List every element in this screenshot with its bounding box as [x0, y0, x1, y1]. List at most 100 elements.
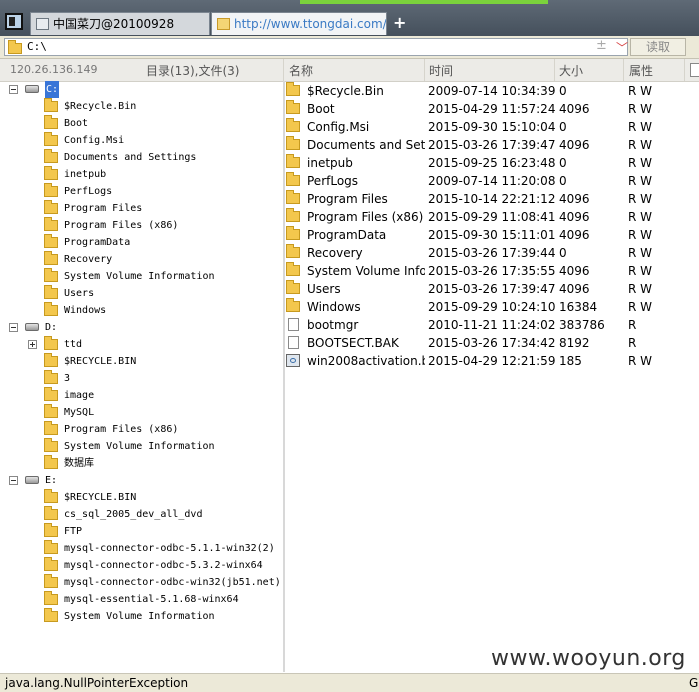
- file-time: 2015-09-30 15:10:04: [428, 120, 556, 134]
- tree-folder-label: ProgramData: [64, 237, 131, 248]
- tree-folder-label: Boot: [64, 118, 89, 129]
- folder-icon: [286, 262, 300, 276]
- dir-summary: 目录(13),文件(3): [146, 64, 240, 78]
- tree-folder-label: mysql-essential-5.1.68-winx64: [64, 594, 239, 605]
- file-row[interactable]: System Volume Inform...2015-03-26 17:35:…: [285, 262, 699, 280]
- file-row[interactable]: bootmgr 2010-11-21 11:24:02 383786 R: [285, 316, 699, 334]
- file-row[interactable]: Config.Msi 2015-09-30 15:10:04 0 R W: [285, 118, 699, 136]
- tree-folder-label: Users: [64, 288, 95, 299]
- file-time: 2015-10-14 22:21:12: [428, 192, 556, 206]
- tab-caidao[interactable]: 中国菜刀@20100928: [30, 12, 210, 35]
- status-text: java.lang.NullPointerException: [5, 676, 189, 690]
- folder-icon: [286, 82, 300, 96]
- folder-icon: [44, 234, 58, 248]
- chevron-down-icon[interactable]: ﹀: [616, 39, 628, 56]
- ip-address: 120.26.136.149: [10, 63, 98, 76]
- tree-folder-label: Program Files (x86): [64, 424, 179, 435]
- file-size: 185: [559, 354, 582, 368]
- folder-icon: [286, 136, 300, 150]
- path-input[interactable]: C:\ ± ﹀: [4, 38, 628, 56]
- drive-icon: [25, 85, 39, 93]
- tree-folder-label: $Recycle.Bin: [64, 101, 137, 112]
- file-row[interactable]: Program Files 2015-10-14 22:21:12 4096 R W: [285, 190, 699, 208]
- file-attr: R W: [628, 228, 653, 242]
- folder-icon: [217, 17, 230, 30]
- tree-folder-label: Config.Msi: [64, 135, 125, 146]
- tab-url[interactable]: http://www.ttongdai.com/test...: [211, 12, 387, 35]
- file-name: Documents and Settings: [307, 138, 425, 152]
- file-attr: R W: [628, 300, 653, 314]
- drive-icon: [25, 323, 39, 331]
- file-time: 2009-07-14 10:34:39: [428, 84, 556, 98]
- file-row[interactable]: win2008activation.bat2015-04-29 12:21:59…: [285, 352, 699, 370]
- file-name: PerfLogs: [307, 174, 359, 188]
- tree-folder-label: Program Files (x86): [64, 220, 179, 231]
- read-button[interactable]: 读取: [630, 38, 686, 56]
- expand-toggle[interactable]: [28, 340, 37, 349]
- file-row[interactable]: BOOTSECT.BAK 2015-03-26 17:34:42 8192 R: [285, 334, 699, 352]
- folder-icon: [44, 506, 58, 520]
- file-row[interactable]: Users 2015-03-26 17:39:47 4096 R W: [285, 280, 699, 298]
- tree-folder-label: 3: [64, 373, 71, 384]
- file-row[interactable]: Documents and Settings2015-03-26 17:39:4…: [285, 136, 699, 154]
- file-row[interactable]: Recovery 2015-03-26 17:39:44 0 R W: [285, 244, 699, 262]
- file-attr: R W: [628, 102, 653, 116]
- file-size: 0: [559, 174, 567, 188]
- folder-icon: [44, 591, 58, 605]
- file-size: 0: [559, 120, 567, 134]
- folder-icon: [286, 226, 300, 240]
- file-row[interactable]: PerfLogs 2009-07-14 11:20:08 0 R W: [285, 172, 699, 190]
- tree-folder-label: Recovery: [64, 254, 113, 265]
- folder-icon: [44, 183, 58, 197]
- file-row[interactable]: Windows 2015-09-29 10:24:10 16384 R W: [285, 298, 699, 316]
- file-time: 2015-09-30 15:11:01: [428, 228, 556, 242]
- file-row[interactable]: Program Files (x86) 2015-09-29 11:08:41 40…: [285, 208, 699, 226]
- file-attr: R W: [628, 282, 653, 296]
- tree-folder-label: mysql-connector-odbc-5.3.2-winx64: [64, 560, 263, 571]
- file-name: Boot: [307, 102, 335, 116]
- column-header-size[interactable]: 大小: [559, 62, 583, 79]
- folder-icon: [286, 244, 300, 258]
- new-tab-button[interactable]: +: [393, 13, 406, 33]
- tree-folder-label: mysql-connector-odbc-win32(jb51.net): [64, 577, 281, 588]
- file-time: 2015-09-29 10:24:10: [428, 300, 556, 314]
- file-row[interactable]: Boot 2015-04-29 11:57:24 4096 R W: [285, 100, 699, 118]
- column-header-name[interactable]: 名称: [289, 62, 313, 79]
- file-size: 4096: [559, 102, 590, 116]
- file-row[interactable]: inetpub 2015-09-25 16:23:48 0 R W: [285, 154, 699, 172]
- file-row[interactable]: ProgramData 2015-09-30 15:11:01 4096 R W: [285, 226, 699, 244]
- folder-icon: [286, 154, 300, 168]
- tree-folder-label: Documents and Settings: [64, 152, 197, 163]
- scroll-handle[interactable]: [690, 63, 699, 77]
- tree-folder-label: $RECYCLE.BIN: [64, 492, 137, 503]
- folder-icon: [44, 438, 58, 452]
- file-time: 2015-03-26 17:39:47: [428, 138, 556, 152]
- file-row[interactable]: $Recycle.Bin 2009-07-14 10:34:39 0 R W: [285, 82, 699, 100]
- folder-icon: [44, 132, 58, 146]
- file-time: 2015-03-26 17:39:47: [428, 282, 556, 296]
- file-size: 4096: [559, 282, 590, 296]
- file-name: $Recycle.Bin: [307, 84, 384, 98]
- file-icon: [288, 336, 299, 349]
- tab-label: 中国菜刀@20100928: [53, 17, 175, 31]
- add-icon[interactable]: ±: [596, 38, 607, 53]
- file-size: 4096: [559, 138, 590, 152]
- folder-icon: [44, 336, 58, 350]
- file-name: Windows: [307, 300, 361, 314]
- file-size: 383786: [559, 318, 605, 332]
- collapse-toggle[interactable]: [9, 476, 18, 485]
- file-time: 2015-03-26 17:34:42: [428, 336, 556, 350]
- column-header-time[interactable]: 时间: [429, 62, 453, 79]
- collapse-toggle[interactable]: [9, 323, 18, 332]
- folder-icon: [286, 100, 300, 114]
- file-attr: R W: [628, 84, 653, 98]
- tree-folder-label: image: [64, 390, 95, 401]
- column-header-attr[interactable]: 属性: [629, 62, 653, 79]
- folder-icon: [44, 404, 58, 418]
- app-icon[interactable]: [5, 13, 23, 30]
- folder-icon: [286, 190, 300, 204]
- collapse-toggle[interactable]: [9, 85, 18, 94]
- file-time: 2015-03-26 17:35:55: [428, 264, 556, 278]
- tree-folder-label: System Volume Information: [64, 441, 215, 452]
- folder-icon: [44, 387, 58, 401]
